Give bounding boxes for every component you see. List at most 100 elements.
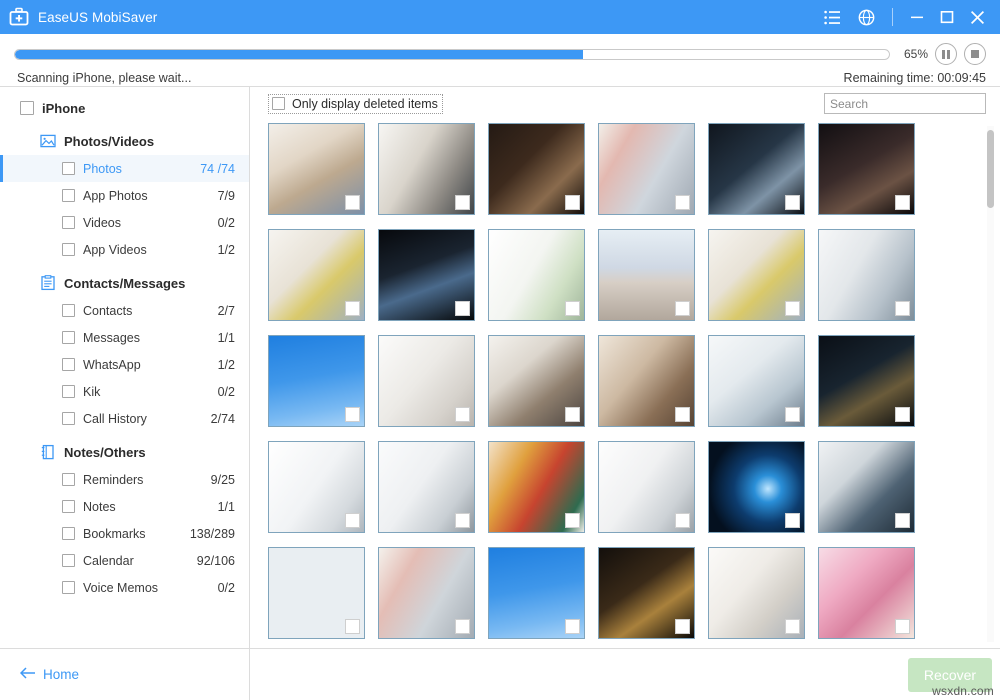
thumbnail-item[interactable]: [708, 547, 805, 639]
checkbox-kik[interactable]: [62, 385, 75, 398]
stop-icon[interactable]: [964, 43, 986, 65]
thumbnail-checkbox[interactable]: [455, 619, 470, 634]
list-menu-icon[interactable]: [815, 0, 849, 34]
sidebar-item-voice-memos[interactable]: Voice Memos 0/2: [0, 574, 249, 601]
thumbnail-item[interactable]: [818, 229, 915, 321]
sidebar-item-app-photos[interactable]: App Photos 7/9: [0, 182, 249, 209]
thumbnail-item[interactable]: [598, 335, 695, 427]
checkbox-call-history[interactable]: [62, 412, 75, 425]
thumbnail-checkbox[interactable]: [895, 407, 910, 422]
thumbnail-checkbox[interactable]: [565, 619, 580, 634]
thumbnail-item[interactable]: [818, 441, 915, 533]
sidebar-item-videos[interactable]: Videos 0/2: [0, 209, 249, 236]
thumbnail-checkbox[interactable]: [345, 407, 360, 422]
checkbox-whatsapp[interactable]: [62, 358, 75, 371]
sidebar-group-photos-videos[interactable]: Photos/Videos: [0, 127, 249, 155]
checkbox-videos[interactable]: [62, 216, 75, 229]
globe-icon[interactable]: [849, 0, 883, 34]
thumbnail-item[interactable]: [488, 441, 585, 533]
sidebar-item-bookmarks[interactable]: Bookmarks 138/289: [0, 520, 249, 547]
checkbox-reminders[interactable]: [62, 473, 75, 486]
thumbnail-item[interactable]: [268, 229, 365, 321]
thumbnail-checkbox[interactable]: [785, 619, 800, 634]
sidebar-item-call-history[interactable]: Call History 2/74: [0, 405, 249, 432]
thumbnail-checkbox[interactable]: [345, 619, 360, 634]
thumbnail-checkbox[interactable]: [895, 301, 910, 316]
sidebar-item-app-videos[interactable]: App Videos 1/2: [0, 236, 249, 263]
thumbnail-item[interactable]: [818, 123, 915, 215]
thumbnail-item[interactable]: [488, 123, 585, 215]
thumbnail-checkbox[interactable]: [785, 513, 800, 528]
sidebar-item-contacts[interactable]: Contacts 2/7: [0, 297, 249, 324]
thumbnail-item[interactable]: [268, 547, 365, 639]
sidebar-item-notes[interactable]: Notes 1/1: [0, 493, 249, 520]
thumbnail-item[interactable]: [488, 335, 585, 427]
thumbnail-item[interactable]: [378, 547, 475, 639]
thumbnail-checkbox[interactable]: [455, 513, 470, 528]
checkbox-voice-memos[interactable]: [62, 581, 75, 594]
search-input[interactable]: [824, 93, 986, 114]
thumbnail-checkbox[interactable]: [785, 407, 800, 422]
sidebar-group-contacts-messages[interactable]: Contacts/Messages: [0, 269, 249, 297]
sidebar-item-kik[interactable]: Kik 0/2: [0, 378, 249, 405]
thumbnail-checkbox[interactable]: [675, 195, 690, 210]
thumbnail-item[interactable]: [708, 123, 805, 215]
thumbnail-checkbox[interactable]: [785, 301, 800, 316]
checkbox-iphone[interactable]: [20, 101, 34, 115]
thumbnail-checkbox[interactable]: [455, 301, 470, 316]
thumbnail-checkbox[interactable]: [675, 407, 690, 422]
close-icon[interactable]: [962, 0, 992, 34]
thumbnail-checkbox[interactable]: [345, 301, 360, 316]
thumbnail-checkbox[interactable]: [565, 195, 580, 210]
sidebar-item-reminders[interactable]: Reminders 9/25: [0, 466, 249, 493]
thumbnail-checkbox[interactable]: [675, 301, 690, 316]
thumbnail-item[interactable]: [268, 123, 365, 215]
thumbnail-item[interactable]: [598, 441, 695, 533]
pause-icon[interactable]: [935, 43, 957, 65]
thumbnail-checkbox[interactable]: [675, 513, 690, 528]
gallery-scrollbar-thumb[interactable]: [987, 130, 994, 208]
thumbnail-checkbox[interactable]: [565, 407, 580, 422]
checkbox-app-videos[interactable]: [62, 243, 75, 256]
thumbnail-checkbox[interactable]: [895, 619, 910, 634]
thumbnail-checkbox[interactable]: [565, 513, 580, 528]
only-deleted-items-toggle[interactable]: Only display deleted items: [268, 93, 443, 114]
sidebar-group-notes-others[interactable]: Notes/Others: [0, 438, 249, 466]
checkbox-calendar[interactable]: [62, 554, 75, 567]
minimize-icon[interactable]: [902, 0, 932, 34]
maximize-icon[interactable]: [932, 0, 962, 34]
thumbnail-item[interactable]: [708, 229, 805, 321]
gallery-scrollbar[interactable]: [987, 126, 994, 642]
thumbnail-checkbox[interactable]: [345, 195, 360, 210]
thumbnail-item[interactable]: [378, 229, 475, 321]
thumbnail-checkbox[interactable]: [895, 513, 910, 528]
thumbnail-item[interactable]: [818, 547, 915, 639]
thumbnail-item[interactable]: [268, 335, 365, 427]
thumbnail-item[interactable]: [598, 123, 695, 215]
thumbnail-item[interactable]: [378, 441, 475, 533]
thumbnail-item[interactable]: [488, 547, 585, 639]
home-link[interactable]: Home: [19, 667, 79, 682]
sidebar-item-messages[interactable]: Messages 1/1: [0, 324, 249, 351]
thumbnail-checkbox[interactable]: [565, 301, 580, 316]
thumbnail-item[interactable]: [818, 335, 915, 427]
checkbox-only-deleted[interactable]: [272, 97, 285, 110]
thumbnail-item[interactable]: [378, 335, 475, 427]
thumbnail-item[interactable]: [708, 335, 805, 427]
sidebar-item-photos[interactable]: Photos 74 /74: [0, 155, 249, 182]
thumbnail-checkbox[interactable]: [455, 195, 470, 210]
checkbox-photos[interactable]: [62, 162, 75, 175]
thumbnail-item[interactable]: [598, 229, 695, 321]
checkbox-notes[interactable]: [62, 500, 75, 513]
thumbnail-checkbox[interactable]: [785, 195, 800, 210]
sidebar-item-calendar[interactable]: Calendar 92/106: [0, 547, 249, 574]
thumbnail-checkbox[interactable]: [455, 407, 470, 422]
checkbox-contacts[interactable]: [62, 304, 75, 317]
thumbnail-item[interactable]: [598, 547, 695, 639]
sidebar-item-whatsapp[interactable]: WhatsApp 1/2: [0, 351, 249, 378]
checkbox-bookmarks[interactable]: [62, 527, 75, 540]
thumbnail-checkbox[interactable]: [895, 195, 910, 210]
thumbnail-item[interactable]: [268, 441, 365, 533]
checkbox-messages[interactable]: [62, 331, 75, 344]
sidebar-root-iphone[interactable]: iPhone: [0, 95, 249, 121]
